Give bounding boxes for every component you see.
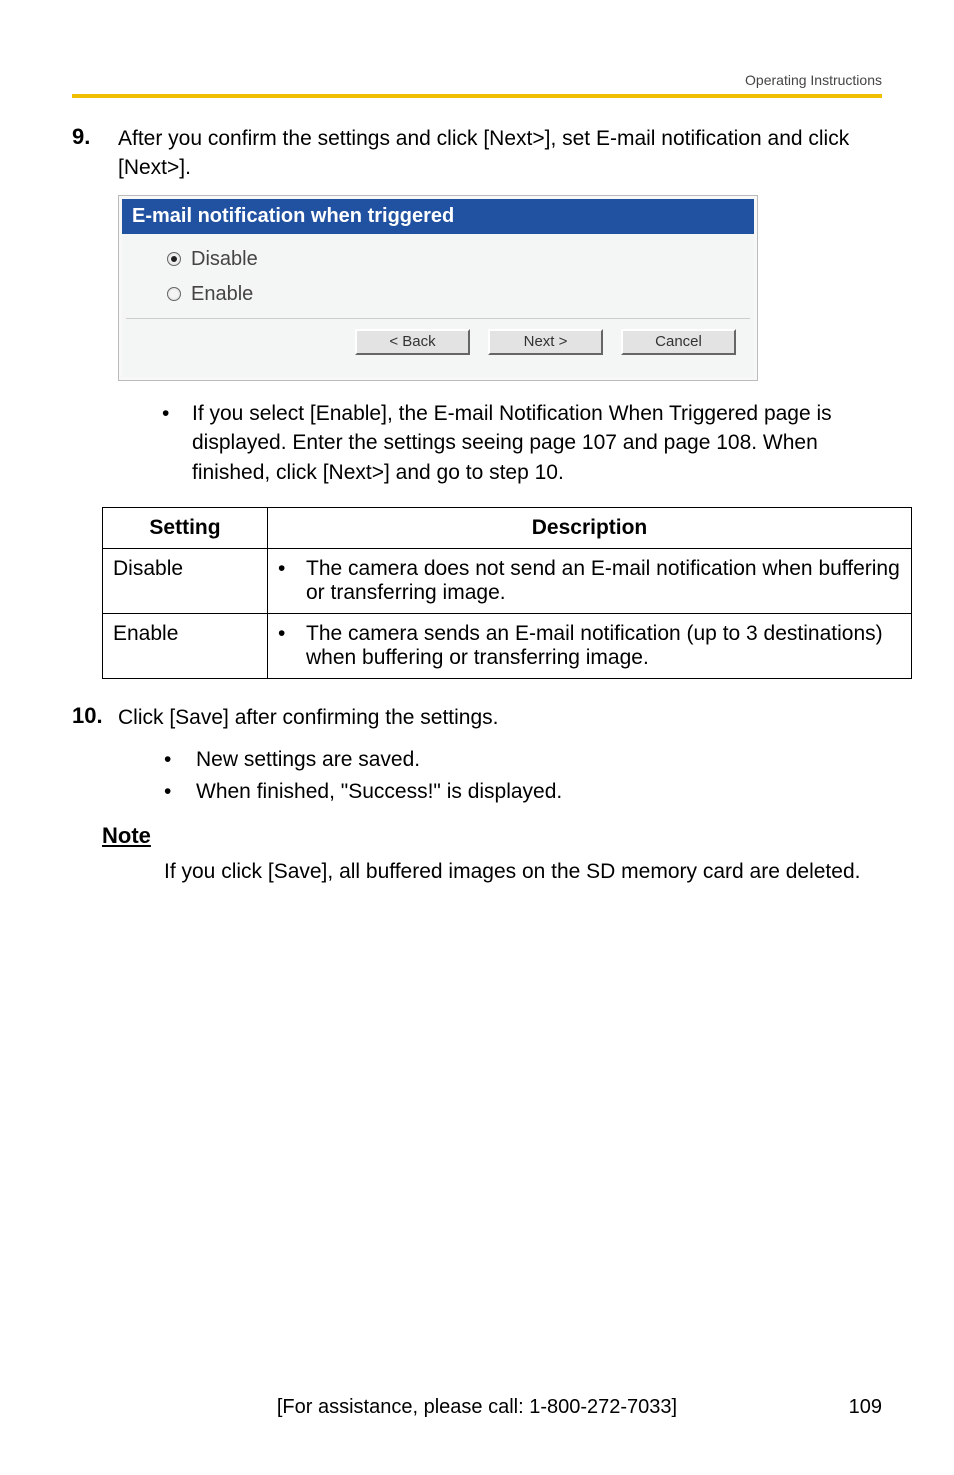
page-header-title: Operating Instructions <box>72 72 882 98</box>
dialog-body: Disable Enable < Back Next > Cancel <box>122 234 754 377</box>
bullet-icon: • <box>278 622 306 670</box>
explanation-text: If you select [Enable], the E-mail Notif… <box>192 399 874 487</box>
cell-setting-disable: Disable <box>103 548 268 613</box>
step-10-text: Click [Save] after confirming the settin… <box>118 703 882 732</box>
cell-setting-enable: Enable <box>103 613 268 678</box>
cell-desc-enable-text: The camera sends an E-mail notification … <box>306 622 901 670</box>
cancel-button[interactable]: Cancel <box>621 329 736 355</box>
step-10-number: 10. <box>72 703 118 729</box>
dialog-title: E-mail notification when triggered <box>122 199 754 234</box>
step-9: 9. After you confirm the settings and cl… <box>72 124 882 183</box>
next-button[interactable]: Next > <box>488 329 603 355</box>
bullet-icon: • <box>162 399 192 487</box>
bullet-icon: • <box>278 557 306 605</box>
note-text: If you click [Save], all buffered images… <box>164 857 882 886</box>
cell-desc-enable: • The camera sends an E-mail notificatio… <box>268 613 912 678</box>
step-9-text: After you confirm the settings and click… <box>118 124 882 183</box>
back-button[interactable]: < Back <box>355 329 470 355</box>
step-9-number: 9. <box>72 124 118 150</box>
radio-enable-row[interactable]: Enable <box>122 277 754 312</box>
page-footer: [For assistance, please call: 1-800-272-… <box>0 1396 954 1419</box>
step-10-sub1: New settings are saved. <box>196 744 420 776</box>
radio-disable-icon <box>167 252 181 266</box>
footer-page-number: 109 <box>802 1396 882 1419</box>
dialog-screenshot: E-mail notification when triggered Disab… <box>118 195 758 381</box>
step-10: 10. Click [Save] after confirming the se… <box>72 703 882 732</box>
table-row: Disable • The camera does not send an E-… <box>103 548 912 613</box>
cell-desc-disable-text: The camera does not send an E-mail notif… <box>306 557 901 605</box>
step-10-sublist: • New settings are saved. • When finishe… <box>164 744 882 807</box>
note-heading: Note <box>102 823 882 849</box>
bullet-icon: • <box>164 744 196 776</box>
th-setting: Setting <box>103 507 268 548</box>
radio-enable-icon <box>167 287 181 301</box>
radio-disable-row[interactable]: Disable <box>122 242 754 277</box>
explanation-bullet: • If you select [Enable], the E-mail Not… <box>162 399 874 487</box>
dialog-button-row: < Back Next > Cancel <box>122 319 754 363</box>
settings-table: Setting Description Disable • The camera… <box>102 507 912 679</box>
cell-desc-disable: • The camera does not send an E-mail not… <box>268 548 912 613</box>
bullet-icon: • <box>164 776 196 808</box>
radio-enable-label: Enable <box>191 283 253 306</box>
step-10-sub2: When finished, "Success!" is displayed. <box>196 776 562 808</box>
table-row: Enable • The camera sends an E-mail noti… <box>103 613 912 678</box>
footer-assist: [For assistance, please call: 1-800-272-… <box>152 1396 802 1419</box>
radio-disable-label: Disable <box>191 248 258 271</box>
th-description: Description <box>268 507 912 548</box>
